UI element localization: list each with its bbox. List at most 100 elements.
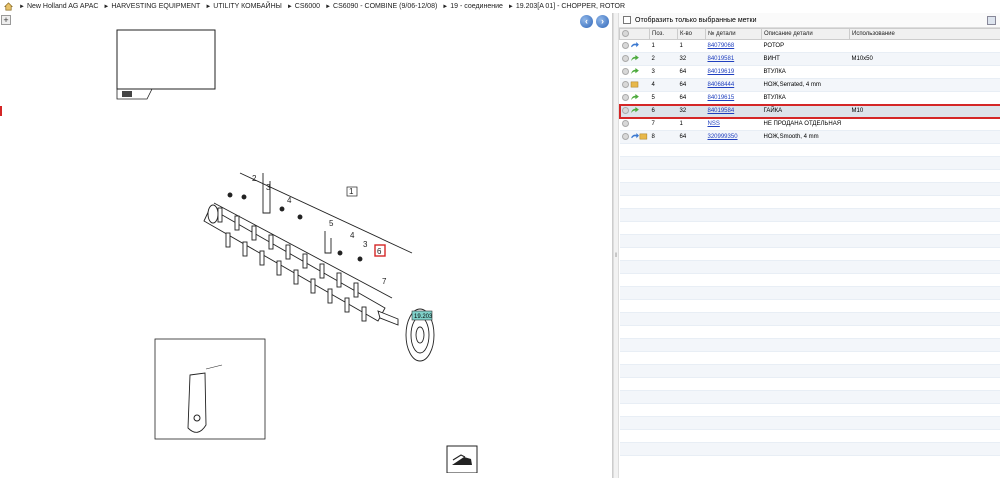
table-header-row: Поз. К-во № детали Описание детали Испол… [619,28,1000,40]
part-number-link[interactable]: 84019615 [708,95,735,101]
row-controls[interactable] [619,91,650,105]
select-all-header[interactable] [619,28,650,40]
add-to-cart-icon[interactable] [621,93,629,101]
empty-row [619,429,1000,443]
col-usage[interactable]: Использование [849,28,1000,40]
cell-qty: 64 [677,78,706,92]
add-to-cart-icon[interactable] [621,132,629,140]
parts-diagram[interactable]: 1 2 3 4 5 4 3 7 8 6 19.203 [0,13,600,473]
filter-bar: Отобразить только выбранные метки [619,13,1000,28]
part-number-link[interactable]: 84068444 [708,82,735,88]
cell-description: НОЖ,Serrated, 4 mm [761,78,850,92]
empty-row [619,221,1000,235]
callout: 7 [382,277,387,286]
thumbnail-box[interactable] [116,29,216,100]
cell-part-number[interactable]: 84019619 [705,65,762,79]
breadcrumb-item[interactable]: ► New Holland AG APAC [19,3,98,10]
cell-pos: 4 [649,78,678,92]
row-controls[interactable] [619,117,650,131]
cell-part-number[interactable]: 84019581 [705,52,762,66]
col-description[interactable]: Описание детали [761,28,850,40]
cell-pos: 6 [649,104,678,118]
cell-description: РОТОР [761,39,850,53]
row-controls[interactable] [619,52,650,66]
cell-description: ВТУЛКА [761,91,850,105]
breadcrumb-item[interactable]: ► 19 - соединение [442,3,503,10]
row-controls[interactable] [619,130,650,144]
table-row[interactable]: 8 64 320999350 НОЖ,Smooth, 4 mm [619,130,1000,144]
table-row[interactable]: 7 1 NSS НЕ ПРОДАНА ОТДЕЛЬНАЯ [619,117,1000,131]
callout: 2 [252,174,257,183]
cell-pos: 8 [649,130,678,144]
add-to-cart-icon[interactable] [621,67,629,75]
callout: 1 [349,187,354,196]
part-number-link[interactable]: 320999350 [708,134,738,140]
breadcrumb-item[interactable]: ► CS6000 [287,3,320,10]
callout: 5 [329,219,334,228]
empty-row [619,260,1000,274]
empty-row [619,351,1000,365]
cell-usage [849,91,1000,105]
show-selected-checkbox[interactable] [623,16,631,24]
cell-qty: 64 [677,130,706,144]
cell-qty: 1 [677,39,706,53]
cell-part-number[interactable]: NSS [705,117,762,131]
empty-row [619,416,1000,430]
breadcrumb: ► New Holland AG APAC ► HARVESTING EQUIPME… [0,0,1000,13]
empty-row [619,156,1000,170]
pdf-export-icon[interactable] [446,445,478,473]
callout: 3 [266,183,271,192]
part-number-link[interactable]: 84019619 [708,69,735,75]
empty-row [619,338,1000,352]
part-number-link[interactable]: NSS [708,121,720,127]
row-controls[interactable] [619,39,650,53]
cell-part-number[interactable]: 84079068 [705,39,762,53]
add-to-cart-icon[interactable] [621,54,629,62]
row-controls[interactable] [619,78,650,92]
empty-row [619,182,1000,196]
part-number-link[interactable]: 84019581 [708,56,735,62]
breadcrumb-item[interactable]: ► UTILITY КОМБАЙНЫ [205,3,282,10]
cell-description: ВИНТ [761,52,850,66]
breadcrumb-item[interactable]: ► HARVESTING EQUIPMENT [103,3,200,10]
col-qty[interactable]: К-во [677,28,706,40]
add-to-cart-icon[interactable] [621,80,629,88]
cell-usage [849,78,1000,92]
forward-arrow-icon [631,93,640,100]
empty-row [619,299,1000,313]
replace-arrow-icon [631,132,648,139]
table-row[interactable]: 6 32 84019584 ГАЙКА M10 [618,103,1000,119]
export-icon[interactable] [987,16,996,25]
breadcrumb-item[interactable]: ► CS6090 - COMBINE (9/06-12/08) [325,3,437,10]
cell-part-number[interactable]: 84019584 [705,104,762,118]
cell-qty: 1 [677,117,706,131]
table-row[interactable]: 1 1 84079068 РОТОР [619,39,1000,53]
add-to-cart-icon[interactable] [621,41,629,49]
table-row[interactable]: 3 64 84019619 ВТУЛКА [619,65,1000,79]
add-to-cart-icon[interactable] [621,119,629,127]
empty-row [619,247,1000,261]
cell-part-number[interactable]: 84068444 [705,78,762,92]
cell-description: НЕ ПРОДАНА ОТДЕЛЬНАЯ [761,117,850,131]
part-number-link[interactable]: 84079068 [708,43,735,49]
part-number-link[interactable]: 84019584 [708,108,735,114]
empty-row [619,169,1000,183]
row-controls[interactable] [619,104,650,118]
cell-part-number[interactable]: 84019615 [705,91,762,105]
col-pos[interactable]: Поз. [649,28,678,40]
empty-row [619,403,1000,417]
cell-part-number[interactable]: 320999350 [705,130,762,144]
table-row[interactable]: 4 64 84068444 НОЖ,Serrated, 4 mm [619,78,1000,92]
breadcrumb-item[interactable]: ► 19.203[A 01] - CHOPPER, ROTOR [508,3,625,10]
row-controls[interactable] [619,65,650,79]
empty-row [619,273,1000,287]
add-to-cart-icon[interactable] [621,106,629,114]
callout: 3 [363,240,368,249]
figure-ref-badge[interactable]: 19.203 [411,310,433,321]
forward-arrow-icon [631,67,640,74]
home-icon[interactable] [4,2,13,11]
table-row[interactable]: 2 32 84019581 ВИНТ M10x50 [619,52,1000,66]
replace-arrow-icon [631,41,640,47]
col-part-number[interactable]: № детали [705,28,762,40]
table-row[interactable]: 5 64 84019615 ВТУЛКА [619,91,1000,105]
